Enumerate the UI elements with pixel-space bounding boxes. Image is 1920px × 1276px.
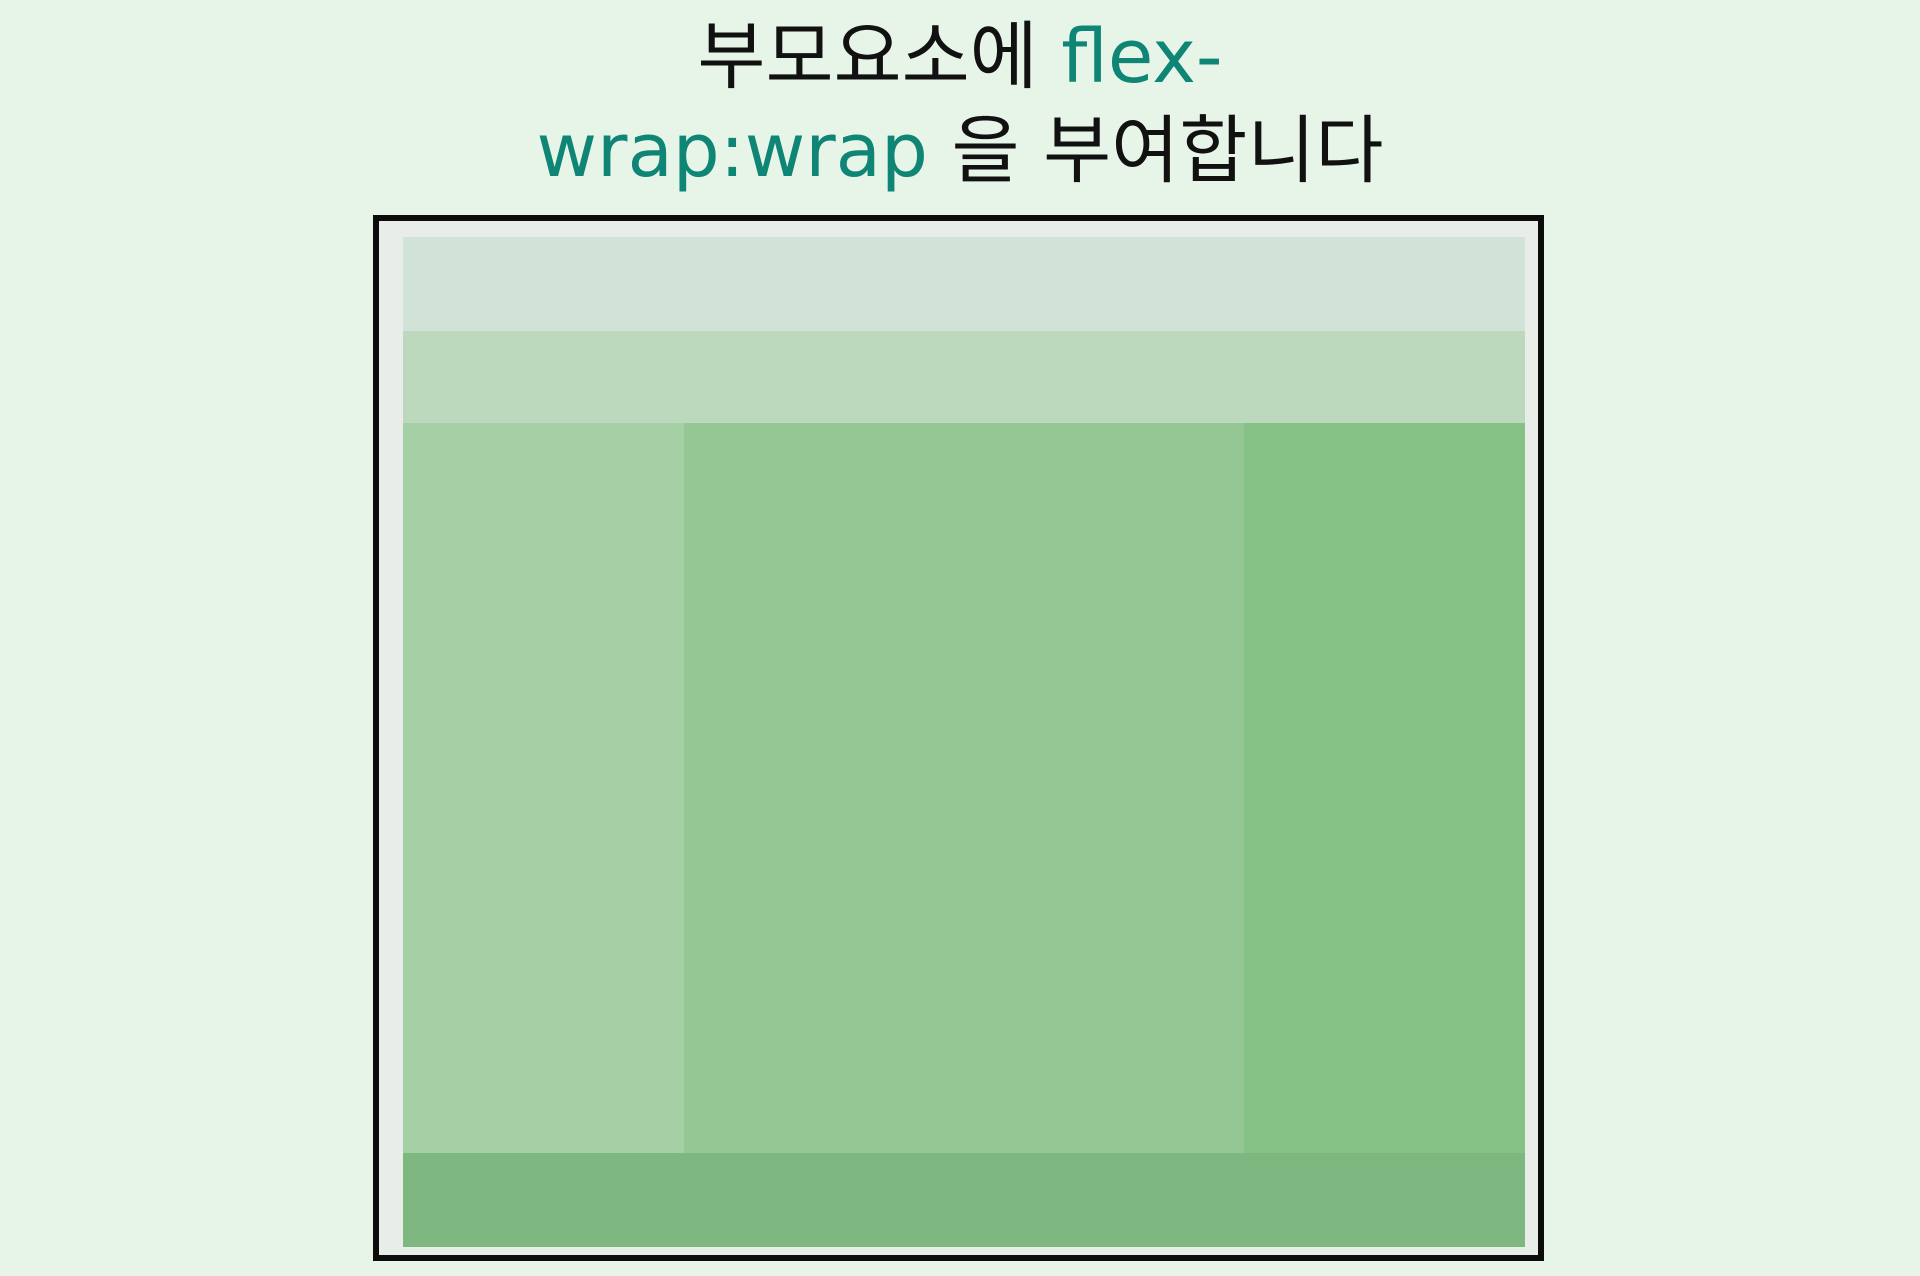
flex-item-main — [684, 423, 1244, 1153]
flex-wrap-layout — [403, 237, 1525, 1247]
flex-item-left — [403, 423, 684, 1153]
title-code-1: flex- — [1061, 14, 1223, 100]
flex-item-nav — [403, 331, 1525, 423]
title-text-2: 을 부여합니다 — [927, 108, 1384, 194]
title-text-1: 부모요소에 — [697, 14, 1062, 100]
flex-item-header — [403, 237, 1525, 331]
title-code-2: wrap:wrap — [536, 108, 928, 194]
flex-item-right — [1244, 423, 1525, 1153]
flex-item-footer — [403, 1153, 1525, 1247]
diagram-title: 부모요소에 flex-wrap:wrap 을 부여합니다 — [460, 10, 1460, 198]
flex-container — [373, 215, 1544, 1261]
